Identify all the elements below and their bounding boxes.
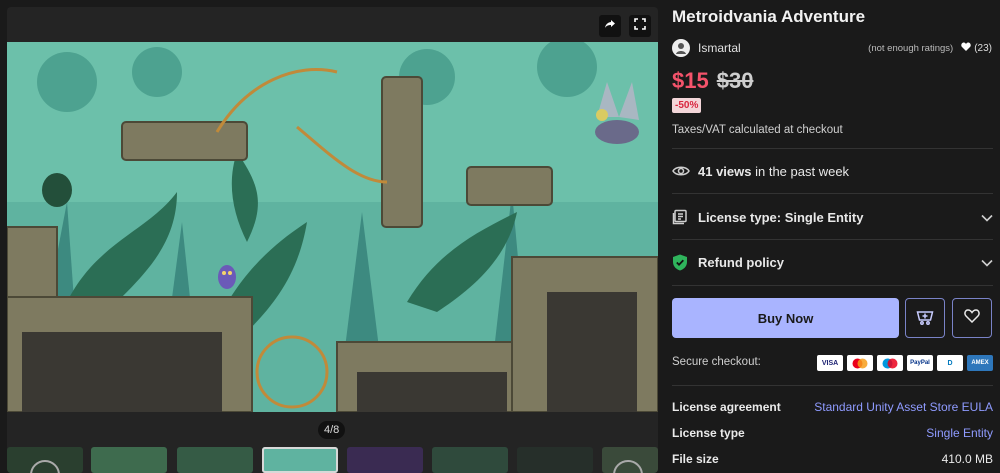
divider	[672, 193, 993, 194]
thumbnail-image[interactable]	[432, 447, 508, 473]
license-type-label: License type: Single Entity	[698, 209, 864, 225]
info-license-agreement: License agreement Standard Unity Asset S…	[672, 398, 993, 416]
shield-check-icon	[672, 254, 692, 271]
thumbnail-video[interactable]	[7, 447, 83, 473]
author-row: Ismartal (not enough ratings) (23)	[672, 38, 992, 58]
info-key: License type	[672, 426, 745, 440]
cart-plus-icon	[916, 307, 934, 330]
thumbnail-image-active[interactable]	[262, 447, 338, 473]
payment-methods: VISA PayPal D AMEX	[817, 355, 993, 371]
taxes-note: Taxes/VAT calculated at checkout	[672, 124, 843, 136]
heart-outline-icon	[964, 308, 980, 328]
views-suffix: in the past week	[751, 163, 850, 179]
mastercard-icon	[847, 355, 873, 371]
secure-checkout-label: Secure checkout:	[672, 356, 761, 368]
discount-badge: -50%	[672, 98, 702, 113]
file-size-value: 410.0 MB	[941, 452, 993, 466]
heart-icon	[961, 42, 971, 54]
favorites-count[interactable]: (23)	[961, 42, 992, 54]
thumbnail-next-video[interactable]	[602, 447, 658, 473]
views-row: 41 views in the past week	[672, 160, 993, 182]
thumbnail-image[interactable]	[347, 447, 423, 473]
refund-policy-accordion[interactable]: Refund policy	[672, 251, 993, 273]
divider	[672, 285, 993, 286]
fullscreen-icon	[634, 17, 646, 35]
fullscreen-button[interactable]	[629, 15, 651, 37]
product-title: Metroidvania Adventure	[672, 7, 866, 26]
product-screenshot[interactable]	[7, 42, 658, 412]
asset-store-product-page: 4/8 Metroidvania Adventure Ismartal (not…	[0, 0, 1000, 473]
maestro-card-icon	[877, 355, 903, 371]
ratings-text: (not enough ratings)	[868, 42, 954, 54]
diners-card-icon: D	[937, 355, 963, 371]
author-link[interactable]: Ismartal	[698, 41, 741, 55]
amex-card-icon: AMEX	[967, 355, 993, 371]
thumbnail-image[interactable]	[91, 447, 167, 473]
thumbnail-image[interactable]	[517, 447, 593, 473]
media-toolbar	[7, 7, 658, 42]
visa-card-icon: VISA	[817, 355, 843, 371]
buy-now-button[interactable]: Buy Now	[672, 298, 899, 338]
image-counter: 4/8	[318, 421, 346, 439]
avatar[interactable]	[672, 39, 690, 57]
divider	[672, 148, 993, 149]
chevron-down-icon	[981, 255, 993, 270]
share-button[interactable]	[599, 15, 621, 37]
license-type-accordion[interactable]: License type: Single Entity	[672, 206, 993, 228]
info-key: License agreement	[672, 400, 781, 414]
add-to-cart-button[interactable]	[905, 298, 945, 338]
eye-icon	[672, 165, 692, 177]
share-icon	[604, 17, 616, 35]
info-file-size: File size 410.0 MB	[672, 450, 993, 468]
info-key: File size	[672, 452, 719, 466]
sale-price: $15	[672, 68, 709, 93]
media-gallery: 4/8	[7, 7, 658, 473]
chevron-down-icon	[981, 210, 993, 225]
divider	[672, 385, 993, 386]
thumbnail-strip	[7, 447, 658, 473]
refund-policy-label: Refund policy	[698, 254, 784, 270]
paypal-icon: PayPal	[907, 355, 933, 371]
license-type-link[interactable]: Single Entity	[926, 426, 993, 440]
price-row: $15 $30	[672, 68, 753, 94]
info-license-type: License type Single Entity	[672, 424, 993, 442]
license-icon	[672, 209, 692, 225]
favorites-label: (23)	[974, 42, 992, 54]
license-agreement-link[interactable]: Standard Unity Asset Store EULA	[814, 400, 993, 414]
thumbnail-image[interactable]	[177, 447, 253, 473]
original-price: $30	[716, 68, 754, 93]
divider	[672, 239, 993, 240]
add-to-wishlist-button[interactable]	[952, 298, 992, 338]
views-count: 41 views	[698, 163, 752, 179]
